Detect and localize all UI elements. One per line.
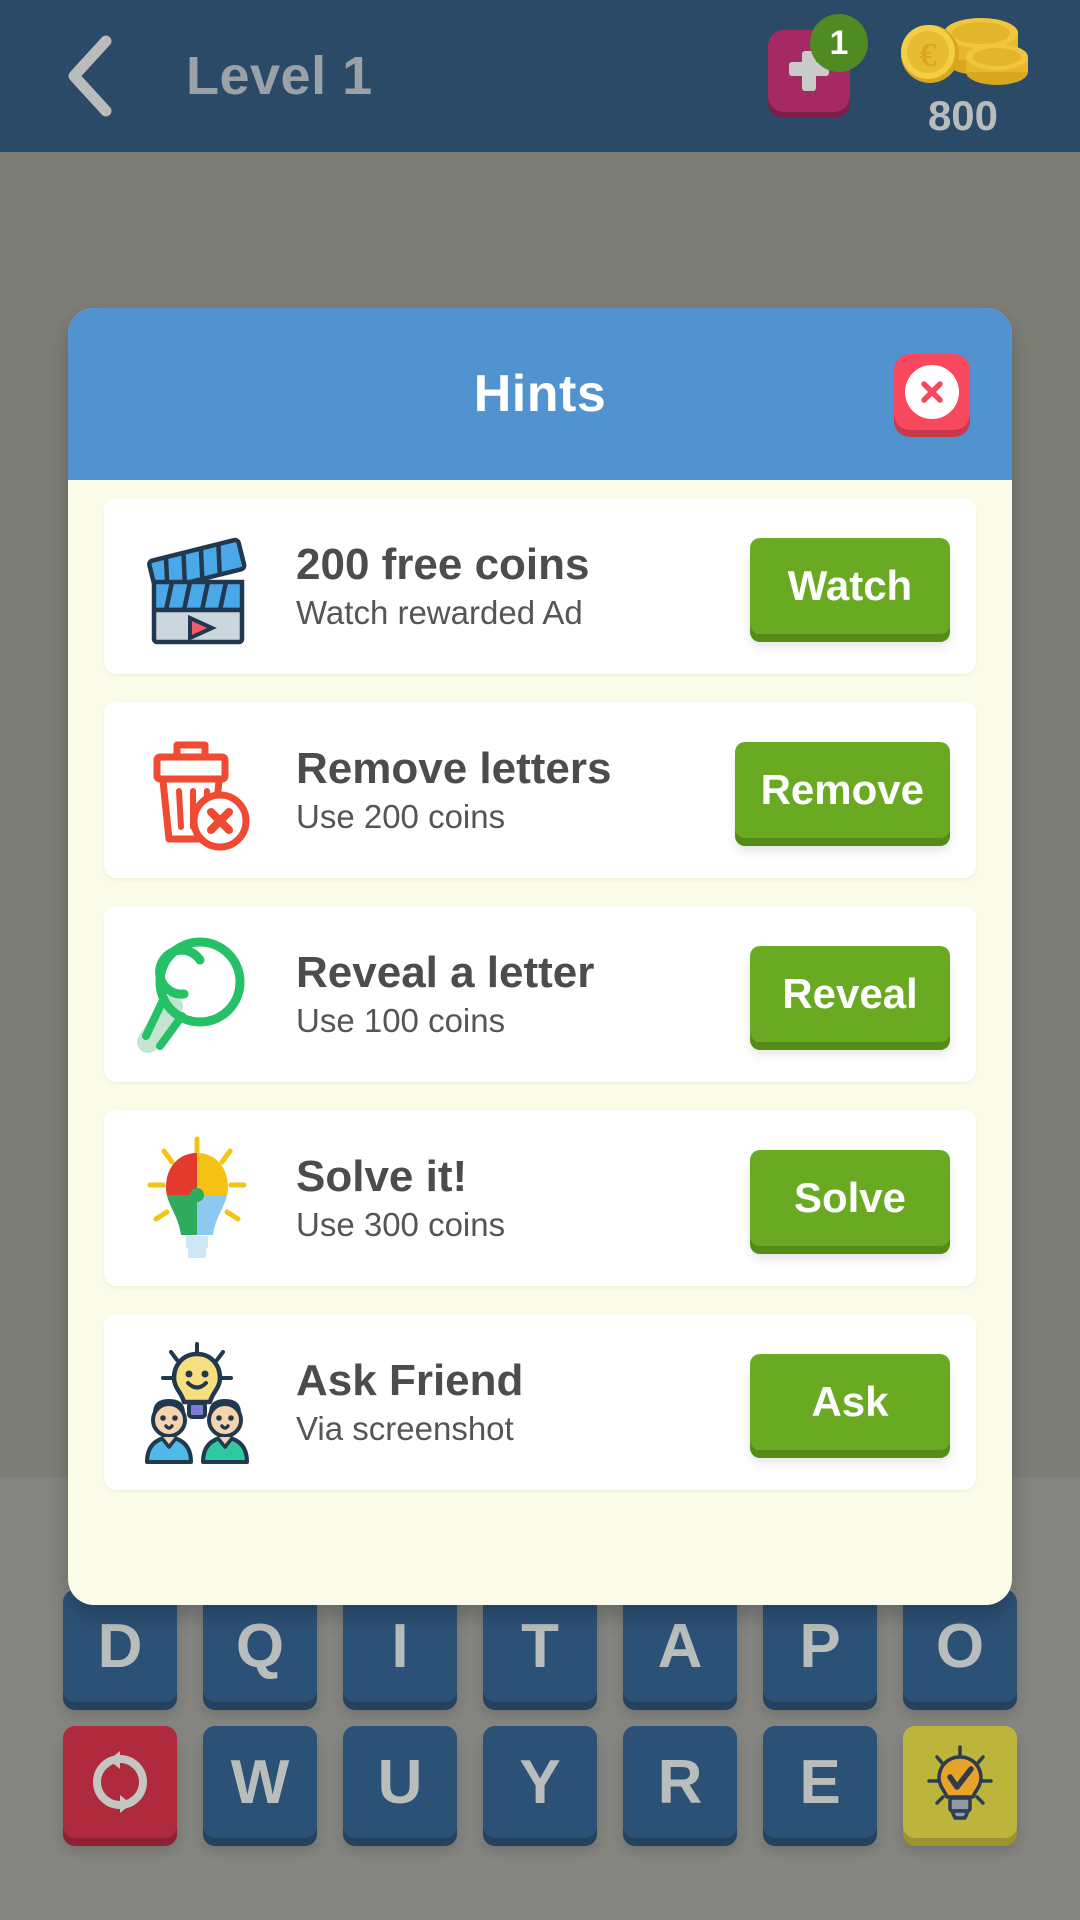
hint-title: Remove letters xyxy=(296,744,612,794)
add-coins-badge: 1 xyxy=(810,14,868,72)
hint-row-reveal-letter: Reveal a letter Use 100 coins Reveal xyxy=(104,906,976,1082)
hint-text-block: Ask Friend Via screenshot xyxy=(268,1357,750,1447)
euro-coin-stack-icon: € xyxy=(896,16,1030,86)
hint-subtitle: Watch rewarded Ad xyxy=(296,593,583,631)
key-i[interactable]: I xyxy=(343,1590,457,1702)
hints-dialog: Hints 200 free coins Watch rewarded Ad W… xyxy=(68,308,1012,1605)
hints-dialog-title: Hints xyxy=(473,365,607,423)
key-u[interactable]: U xyxy=(343,1726,457,1838)
hint-subtitle: Use 300 coins xyxy=(296,1205,506,1243)
hint-row-watch-ad: 200 free coins Watch rewarded Ad Watch xyxy=(104,498,976,674)
back-button[interactable] xyxy=(42,30,138,122)
hint-row-ask-friend: Ask Friend Via screenshot Ask xyxy=(104,1314,976,1490)
hint-row-solve: Solve it! Use 300 coins Solve xyxy=(104,1110,976,1286)
key-label: Q xyxy=(235,1611,285,1681)
key-label: W xyxy=(230,1747,290,1817)
key-t[interactable]: T xyxy=(483,1590,597,1702)
svg-text:€: € xyxy=(920,37,937,74)
hint-title: 200 free coins xyxy=(296,540,590,590)
key-e[interactable]: E xyxy=(763,1726,877,1838)
top-bar: Level 1 1 € 800 xyxy=(0,0,1080,152)
hint-subtitle: Via screenshot xyxy=(296,1409,514,1447)
hint-text-block: Reveal a letter Use 100 coins xyxy=(268,949,750,1039)
keyboard-row-1: D Q I T A P O xyxy=(0,1590,1080,1702)
close-dialog-button[interactable] xyxy=(894,354,970,430)
hint-key[interactable] xyxy=(903,1726,1017,1838)
key-label: A xyxy=(657,1611,703,1681)
key-label: Y xyxy=(519,1747,561,1817)
chevron-left-icon xyxy=(62,33,118,119)
key-label: E xyxy=(799,1747,841,1817)
hint-subtitle: Use 200 coins xyxy=(296,797,506,835)
hint-text-block: Remove letters Use 200 coins xyxy=(268,745,735,835)
key-label: R xyxy=(657,1747,703,1817)
hint-text-block: 200 free coins Watch rewarded Ad xyxy=(268,541,750,631)
key-o[interactable]: O xyxy=(903,1590,1017,1702)
hint-subtitle: Use 100 coins xyxy=(296,1001,506,1039)
ask-button-label: Ask xyxy=(811,1378,889,1425)
key-label: D xyxy=(97,1611,143,1681)
remove-button[interactable]: Remove xyxy=(734,742,950,838)
reveal-button[interactable]: Reveal xyxy=(750,946,950,1042)
hint-title: Solve it! xyxy=(296,1152,468,1202)
key-label: P xyxy=(799,1611,841,1681)
reveal-button-label: Reveal xyxy=(782,970,918,1017)
hint-title: Ask Friend xyxy=(296,1356,524,1406)
solve-button[interactable]: Solve xyxy=(750,1150,950,1246)
key-label: I xyxy=(391,1611,409,1681)
trash-can-remove-icon xyxy=(126,720,268,860)
key-label: U xyxy=(377,1747,423,1817)
key-label: O xyxy=(935,1611,985,1681)
watch-button[interactable]: Watch xyxy=(750,538,950,634)
page-title: Level 1 xyxy=(186,46,373,106)
puzzle-lightbulb-icon xyxy=(126,1128,268,1268)
friends-lightbulb-icon xyxy=(126,1332,268,1472)
watch-button-label: Watch xyxy=(787,562,913,609)
close-x-icon xyxy=(905,365,959,419)
key-d[interactable]: D xyxy=(63,1590,177,1702)
solve-button-label: Solve xyxy=(793,1174,907,1221)
key-y[interactable]: Y xyxy=(483,1726,597,1838)
coin-count-label: 800 xyxy=(927,92,999,139)
hint-text-block: Solve it! Use 300 coins xyxy=(268,1153,750,1243)
shuffle-key[interactable] xyxy=(63,1726,177,1838)
letter-keyboard: D Q I T A P O W U Y R E xyxy=(0,1590,1080,1862)
key-q[interactable]: Q xyxy=(203,1590,317,1702)
hint-title: Reveal a letter xyxy=(296,948,595,998)
shuffle-refresh-icon xyxy=(87,1749,153,1815)
key-a[interactable]: A xyxy=(623,1590,737,1702)
hints-dialog-header: Hints xyxy=(68,308,1012,480)
hint-row-remove-letters: Remove letters Use 200 coins Remove xyxy=(104,702,976,878)
ask-button[interactable]: Ask xyxy=(750,1354,950,1450)
key-label: T xyxy=(521,1611,559,1681)
coin-counter[interactable]: € 800 xyxy=(888,16,1038,140)
magnifying-glass-icon xyxy=(126,924,268,1064)
movie-clapperboard-icon xyxy=(126,516,268,656)
hints-list: 200 free coins Watch rewarded Ad Watch R… xyxy=(68,480,1012,1524)
key-p[interactable]: P xyxy=(763,1590,877,1702)
keyboard-row-2: W U Y R E xyxy=(0,1726,1080,1838)
key-w[interactable]: W xyxy=(203,1726,317,1838)
remove-button-label: Remove xyxy=(760,766,924,813)
lightbulb-hint-icon xyxy=(923,1743,997,1821)
key-r[interactable]: R xyxy=(623,1726,737,1838)
